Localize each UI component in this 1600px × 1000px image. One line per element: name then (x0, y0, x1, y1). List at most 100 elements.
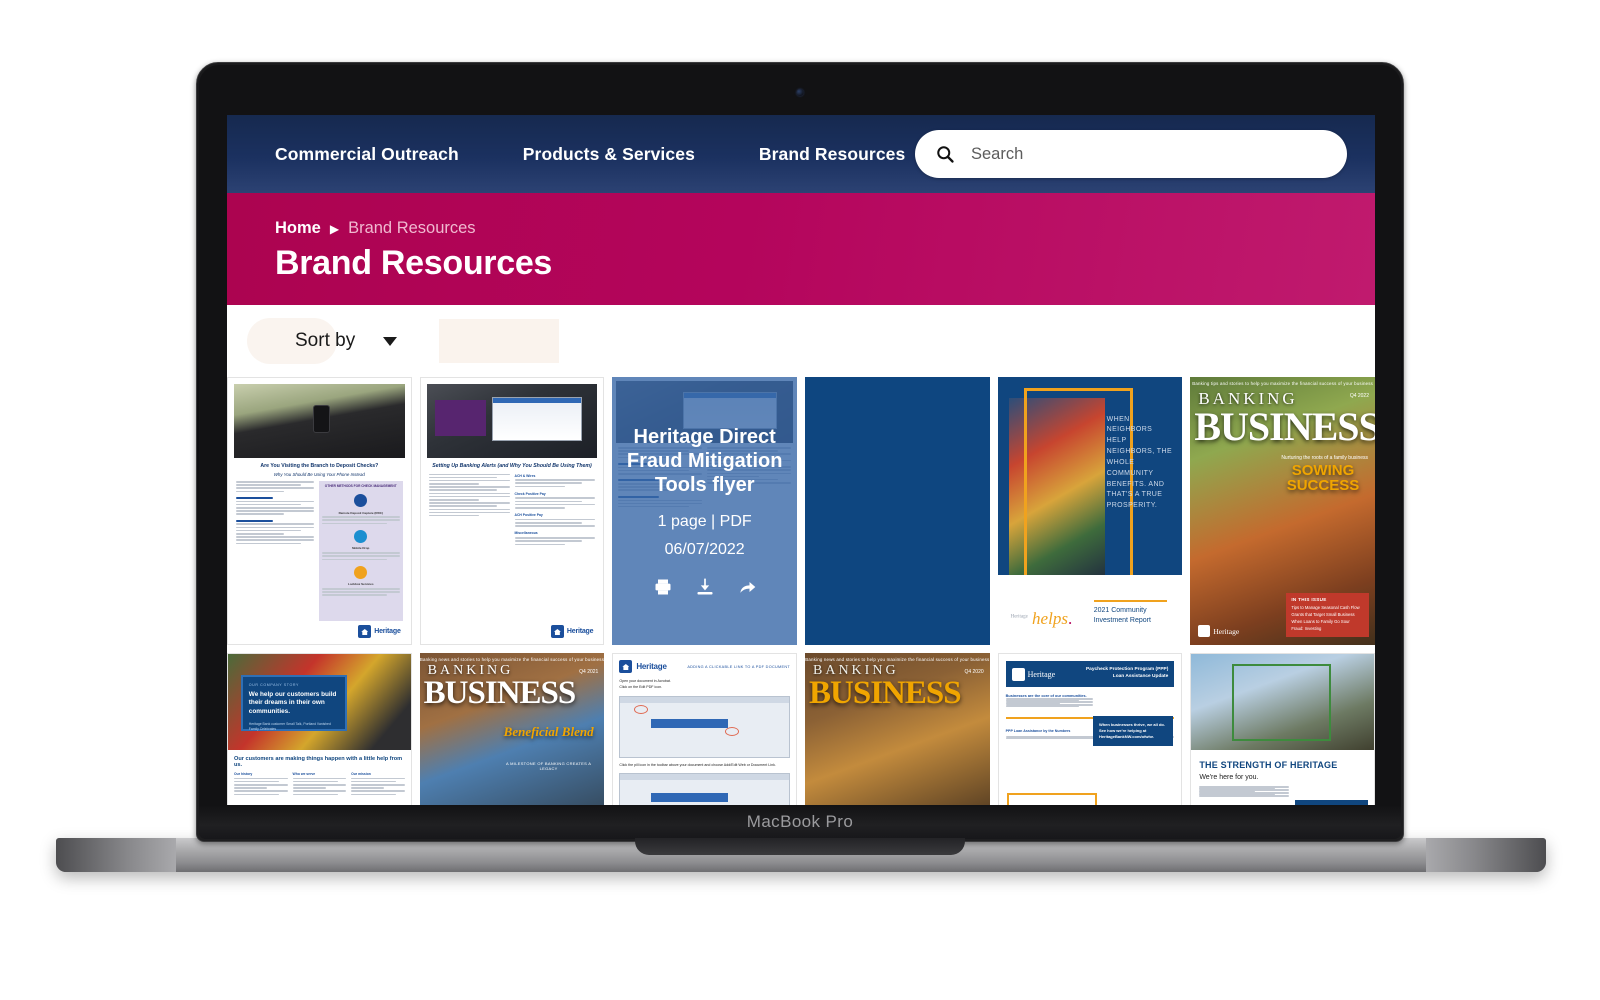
howto-screenshot (619, 695, 790, 758)
story-column-title: Our history (234, 772, 253, 776)
report-title: 2021 Community Investment Report (1094, 600, 1175, 626)
heritage-wordmark: Heritage (636, 662, 667, 671)
results-toolbar: Sort by (227, 305, 1375, 377)
heritage-mark-icon (550, 625, 564, 638)
heritage-mark-icon (1198, 625, 1211, 637)
thumbnail-section: Check Positive Pay (514, 491, 546, 496)
main-navigation: Commercial Outreach Products & Services … (275, 144, 969, 165)
heritage-mark-icon (619, 660, 633, 673)
thumbnail-section: Miscellaneous (514, 531, 538, 536)
resource-tile[interactable]: THE STRENGTH OF HERITAGE We're here for … (1190, 653, 1375, 807)
share-icon[interactable] (737, 577, 757, 597)
device-model-label: MacBook Pro (746, 812, 854, 831)
heritage-logo: Heritage (1198, 625, 1239, 637)
issue-item: Tips to Manage Seasonal Cash Flow (1291, 605, 1360, 610)
thumbnail-section: ACH Positive Pay (514, 513, 543, 518)
resource-grid-row-2: OUR COMPANY STORY We help our customers … (227, 653, 1375, 807)
page-title: Brand Resources (275, 244, 553, 282)
page-hero: Home ▶ Brand Resources Brand Resources (227, 193, 1375, 305)
magazine-subhead: A MILESTONE OF BANKING CREATES A LEGACY (506, 761, 592, 771)
thumbnail-sidebar-item: Remote Deposit Capture (RDC) (338, 510, 383, 515)
magazine-date: Q4 2022 (1349, 393, 1369, 399)
heritage-logo: Heritage (358, 625, 404, 638)
resource-tile[interactable]: WHEN NEIGHBORS HELP NEIGHBORS, THE WHOLE… (997, 377, 1183, 645)
laptop-bottom-bezel: MacBook Pro (199, 805, 1401, 839)
ppp-header-line1: Paycheck Protection Program (PPP) (1085, 667, 1169, 673)
laptop-lid: Commercial Outreach Products & Services … (196, 62, 1404, 842)
story-column-title: Our mission (351, 772, 371, 776)
helps-logo: Heritage helps. (1010, 608, 1073, 628)
breadcrumb-home[interactable]: Home (275, 219, 321, 238)
resource-hover-overlay: Heritage Direct Fraud Mitigation Tools f… (612, 377, 797, 645)
heritage-wordmark: Heritage (1027, 669, 1056, 679)
browser-viewport: Commercial Outreach Products & Services … (227, 115, 1375, 807)
resource-tile[interactable]: OUR COMPANY STORY We help our customers … (227, 653, 412, 807)
story-section-title: Our customers are making things happen w… (234, 756, 403, 768)
thumbnail-sidebar-item: Mobile Drop (352, 546, 370, 551)
magazine-headline: Beneficial Blend (503, 724, 594, 739)
magazine-headline: SOWING SUCCESS (1286, 462, 1360, 494)
resource-tile-active[interactable]: Heritage Direct Fraud Mitigation Tools f… (612, 377, 797, 645)
thumbnail-accent-frame (1231, 663, 1331, 741)
strength-subhead: We're here for you. (1199, 774, 1259, 781)
thumbnail-photo: OUR COMPANY STORY We help our customers … (228, 654, 411, 750)
thumbnail-sidebar-title: OTHER METHODS FOR CHECK MANAGEMENT (324, 484, 397, 488)
search-icon (937, 146, 954, 163)
webcam-icon (796, 89, 804, 96)
helps-logo-kicker: Heritage (1010, 614, 1028, 620)
resource-tile[interactable]: Banking news and stories to help you max… (419, 653, 605, 807)
download-icon[interactable] (695, 577, 715, 597)
story-column-title: Who we serve (292, 772, 316, 776)
ppp-callout: When businesses thrive, we all do. See h… (1092, 716, 1174, 746)
story-headline: We help our customers build their dreams… (248, 691, 337, 715)
thumbnail-headline: Are You Visiting the Branch to Deposit C… (260, 463, 379, 469)
heritage-wordmark: Heritage (1213, 626, 1240, 636)
magazine-kicker: Banking tips and stories to help you max… (1192, 381, 1374, 386)
magazine-title-main: BUSINESS (423, 675, 577, 711)
nav-item-commercial-outreach[interactable]: Commercial Outreach (275, 144, 459, 165)
issue-item: Grants that Target Small Business (1291, 612, 1355, 617)
resource-tile[interactable]: Are You Visiting the Branch to Deposit C… (227, 377, 412, 645)
ppp-header-line2: Loan Assistance Update (1112, 674, 1169, 679)
howto-step: Click the pill icon in the toolbar above… (619, 762, 776, 767)
howto-step: Click on the Edit PDF icon. (619, 684, 663, 689)
howto-tag: ADDING A CLICKABLE LINK TO A PDF DOCUMEN… (687, 664, 790, 669)
story-byline: Heritage Bank customer Small Talk, Portl… (248, 722, 331, 731)
thumbnail-subhead: Why You Should Be Using Your Phone Inste… (273, 471, 365, 477)
heritage-mark-icon (358, 625, 372, 638)
resource-date: 06/07/2022 (664, 541, 745, 558)
magazine-title-main: BUSINESS (809, 675, 962, 711)
magazine-issue-box: IN THIS ISSUE Tips to Manage Seasonal Ca… (1286, 593, 1369, 637)
search-input[interactable] (969, 143, 1327, 165)
sort-by-label: Sort by (295, 330, 356, 351)
magazine-kicker: Banking news and stories to help you max… (419, 657, 605, 662)
breadcrumb: Home ▶ Brand Resources (275, 219, 1375, 238)
magazine-subhead: Nurturing the roots of a family business (1281, 455, 1369, 461)
nav-item-brand-resources[interactable]: Brand Resources (759, 144, 905, 165)
resource-tile[interactable]: Heritage Paycheck Protection Program (PP… (997, 653, 1183, 807)
resource-tile[interactable] (805, 377, 990, 645)
heritage-wordmark: Heritage (374, 628, 401, 635)
resource-title: Heritage Direct Fraud Mitigation Tools f… (626, 426, 783, 496)
resource-tile[interactable]: Banking tips and stories to help you max… (1190, 377, 1375, 645)
resource-tile[interactable]: Banking news and stories to help you max… (805, 653, 990, 807)
thumbnail-sidebar-item: Lockbox Services (347, 582, 374, 587)
filter-placeholder-block[interactable] (439, 319, 560, 363)
sort-by-dropdown[interactable]: Sort by (295, 330, 398, 352)
howto-screenshot (619, 773, 790, 807)
nav-item-products-services[interactable]: Products & Services (523, 144, 695, 165)
heritage-logo: Heritage (550, 625, 597, 638)
issue-item: Fraud: Investing (1291, 626, 1322, 631)
resource-tile[interactable]: Heritage ADDING A CLICKABLE LINK TO A PD… (612, 653, 797, 807)
resource-tile[interactable]: Setting Up Banking Alerts (and Why You S… (419, 377, 605, 645)
helps-logo-text: helps (1032, 608, 1068, 628)
breadcrumb-current: Brand Resources (348, 219, 476, 237)
issue-item: When Loans to Family Go Sour (1291, 619, 1350, 624)
thumbnail-photo (234, 384, 405, 458)
print-icon[interactable] (653, 577, 673, 597)
thumbnail-photo (1191, 654, 1374, 750)
chevron-down-icon (383, 336, 398, 346)
resource-grid-row-1: Are You Visiting the Branch to Deposit C… (227, 377, 1375, 645)
breadcrumb-separator-icon: ▶ (329, 221, 340, 236)
search-bar[interactable] (915, 130, 1347, 178)
